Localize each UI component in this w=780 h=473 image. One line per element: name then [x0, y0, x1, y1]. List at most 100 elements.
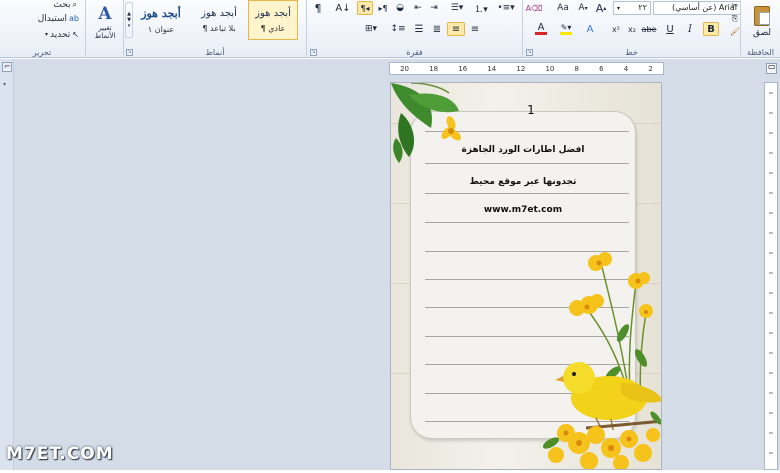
flower-icon: [441, 116, 461, 141]
ruler-tick: 10: [545, 64, 555, 73]
highlight-color-bar: [560, 32, 572, 35]
paste-label: لصق: [752, 28, 772, 38]
shrink-font-button[interactable]: A ▾: [575, 1, 591, 15]
horizontal-ruler[interactable]: 20 18 16 14 12 10 8 6 4 2: [389, 62, 664, 75]
ruler-tick: 14: [487, 64, 497, 73]
select-label: تحديد: [50, 29, 71, 40]
ruler-icon: ▭: [768, 62, 776, 71]
tab-selector[interactable]: ⌐: [2, 62, 12, 72]
numbering-button[interactable]: ⒈▾: [471, 1, 491, 15]
brush-icon: 🖌: [729, 27, 741, 36]
find-label: بحث: [53, 0, 71, 10]
ruler-tick: 6: [599, 64, 604, 73]
cut-button[interactable]: ✂: [729, 0, 741, 11]
ruler-tick: 12: [516, 64, 526, 73]
select-button[interactable]: ▾ تحديد ↖: [36, 28, 80, 41]
change-styles-button[interactable]: A تغيير الأنماط: [88, 0, 122, 44]
font-color-bar: [535, 32, 547, 35]
left-scroll-strip: ▾: [0, 59, 14, 470]
ruled-line: [425, 222, 629, 223]
page-number: 1: [527, 103, 535, 117]
chevron-down-icon: ▾: [45, 31, 49, 38]
align-right-button[interactable]: ≣: [429, 22, 445, 36]
vertical-ruler[interactable]: [764, 82, 778, 470]
clipboard-group-label: الحافظة: [747, 48, 774, 57]
strikethrough-button[interactable]: abe: [641, 22, 657, 36]
style-heading1[interactable]: أبجد هوز عنوان ١: [136, 0, 186, 40]
multilevel-list-button[interactable]: ☰▾: [447, 1, 467, 15]
style-no-spacing[interactable]: أبجد هوز ¶ بلا تباعد: [194, 0, 244, 40]
text-effects-button[interactable]: A: [581, 22, 599, 36]
style-normal-preview: أبجد هوز: [255, 7, 291, 19]
site-watermark: M7ET.COM: [6, 444, 114, 464]
underline-button[interactable]: U: [661, 22, 679, 36]
bold-button[interactable]: B: [703, 22, 719, 36]
ruler-tick: 8: [574, 64, 580, 73]
grow-font-label: A: [595, 1, 604, 15]
style-heading1-name: عنوان ١: [147, 24, 175, 34]
copy-button[interactable]: ⎘: [729, 13, 741, 24]
decrease-indent-button[interactable]: ⇤: [411, 1, 425, 15]
bullets-button[interactable]: •≡▾: [495, 1, 517, 15]
find-button[interactable]: بحث ⌕: [34, 0, 78, 10]
show-formatting-button[interactable]: ¶◂: [357, 1, 373, 15]
sort-button[interactable]: A↓: [333, 1, 353, 15]
align-center-button[interactable]: ≡: [447, 22, 465, 36]
shading-button[interactable]: ◒: [393, 1, 407, 15]
ruler-tick: 4: [623, 64, 629, 73]
font-size-value: ٢٢: [638, 3, 647, 12]
styles-group: ▲ ▼ ▾ أبجد هوز عنوان ١ أبجد هوز ¶ بلا تب…: [123, 0, 306, 58]
font-color-button[interactable]: A: [531, 22, 551, 36]
ltr-button[interactable]: ▸¶: [375, 1, 391, 15]
justify-button[interactable]: ☰: [411, 22, 427, 36]
styles-group-label: أنماط: [205, 48, 225, 57]
line-spacing-button[interactable]: ↕≡: [387, 22, 409, 36]
style-no-spacing-preview: أبجد هوز: [201, 7, 237, 19]
ruled-line: [425, 393, 629, 394]
ruled-line: [425, 421, 629, 422]
more-icon: ▾: [127, 23, 131, 29]
font-color-label: A: [537, 22, 545, 33]
replace-label: استبدال: [37, 13, 68, 24]
paint-bucket-icon: ◒: [396, 3, 404, 13]
grow-font-button[interactable]: A ▴: [593, 1, 609, 15]
tab-stop-icon: ⌐: [4, 62, 11, 71]
style-heading1-preview: أبجد هوز: [141, 6, 181, 20]
font-size-combo[interactable]: ▾ ٢٢: [613, 1, 651, 15]
binoculars-icon: ⌕: [72, 0, 77, 9]
replace-button[interactable]: استبدال ab: [30, 12, 80, 25]
ruler-tick: 16: [458, 64, 468, 73]
highlighter-icon: ✎▾: [560, 23, 572, 32]
format-painter-button[interactable]: 🖌: [729, 26, 741, 37]
style-normal[interactable]: أبجد هوز ¶ عادي: [248, 0, 298, 40]
align-left-button[interactable]: ≡: [467, 22, 483, 36]
scroll-down-arrow-icon[interactable]: ▾: [3, 81, 6, 88]
ruled-line: [425, 364, 629, 365]
ruler-tick: 18: [429, 64, 439, 73]
clipboard-icon: [754, 6, 770, 26]
borders-button[interactable]: ⊞▾: [361, 22, 381, 36]
font-name-value: Arial (عن أساسي): [671, 3, 737, 12]
subscript-button[interactable]: x₂: [625, 22, 639, 36]
clear-formatting-button[interactable]: A⌫: [525, 1, 543, 15]
italic-button[interactable]: I: [683, 22, 697, 36]
ruled-line: [425, 307, 629, 308]
paste-button[interactable]: لصق: [745, 0, 779, 44]
vertical-ruler-ticks: [769, 92, 773, 454]
document-page[interactable]: 1 افضل اطارات الورد الجاهزة تجدونها عبر …: [390, 82, 662, 470]
styles-scroll-down[interactable]: ▲ ▼ ▾: [125, 2, 133, 38]
increase-indent-button[interactable]: ⇥: [427, 1, 441, 15]
copy-icon: ⎘: [731, 13, 739, 23]
scissors-icon: ✂: [731, 1, 739, 10]
view-ruler-button[interactable]: ▭: [766, 62, 777, 74]
website-url: www.m7et.com: [483, 205, 563, 215]
eraser-icon: A⌫: [525, 3, 543, 13]
highlight-button[interactable]: ✎▾: [555, 22, 577, 36]
pilcrow-rtl-button[interactable]: ¶: [311, 1, 325, 15]
superscript-button[interactable]: x²: [609, 22, 623, 36]
change-case-button[interactable]: Aa: [553, 1, 573, 15]
font-name-combo[interactable]: Arial (عن أساسي): [653, 1, 741, 15]
editing-group: بحث ⌕ استبدال ab ▾ تحديد ↖ تحرير: [0, 0, 84, 58]
editing-group-label: تحرير: [32, 48, 52, 57]
font-group: A⌫ Aa A ▾ A ▴ ▾ ٢٢ Arial (عن أساسي) A ✎▾ A: [522, 0, 741, 58]
